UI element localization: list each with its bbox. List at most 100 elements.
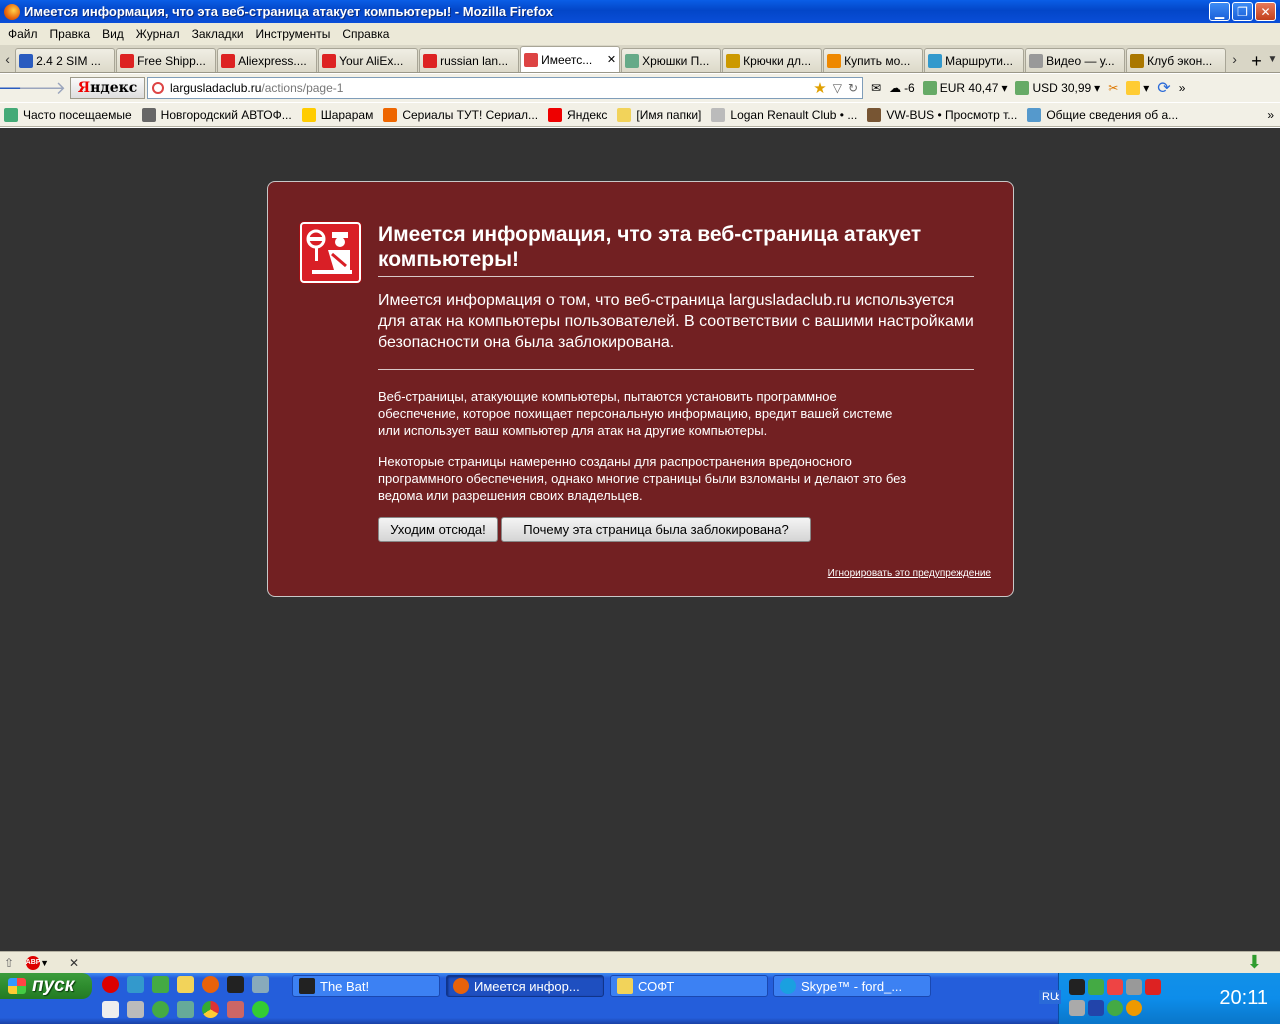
adblock-dropdown-icon[interactable]: ▼ xyxy=(40,958,49,968)
firefox-quick-icon[interactable] xyxy=(202,976,219,993)
tab-label: Хрюшки П... xyxy=(642,53,710,68)
bookmarks-more-icon[interactable]: » xyxy=(1267,108,1280,122)
tab[interactable]: Хрюшки П... xyxy=(621,48,722,72)
tray-app-icon[interactable] xyxy=(1126,1000,1142,1016)
app-icon[interactable] xyxy=(227,1001,244,1018)
bookmark-item[interactable]: Яндекс xyxy=(548,107,607,122)
taskbar-folder[interactable]: СОФТ xyxy=(610,975,768,997)
weather-widget[interactable]: ☁ -6 xyxy=(889,81,915,95)
media-player-icon[interactable] xyxy=(252,1001,269,1018)
bookmark-item[interactable]: Общие сведения об а... xyxy=(1027,107,1178,122)
bookmark-item[interactable]: Часто посещаемые xyxy=(4,107,132,122)
sync-icon[interactable]: ⟳ xyxy=(1157,78,1170,98)
addon-icon[interactable]: ✂ xyxy=(1108,81,1118,95)
tray-utorrent-icon[interactable] xyxy=(1107,1000,1123,1016)
menu-file[interactable]: Файл xyxy=(2,27,44,41)
up-arrow-icon[interactable]: ⇧ xyxy=(4,956,14,970)
tab[interactable]: Крючки дл... xyxy=(722,48,823,72)
site-identity-icon[interactable] xyxy=(152,82,164,94)
notepad-icon[interactable] xyxy=(102,1001,119,1018)
window-titlebar: Имеется информация, что эта веб-страница… xyxy=(0,0,1280,23)
why-blocked-button[interactable]: Почему эта страница была заблокирована? xyxy=(501,517,811,542)
mail-widget[interactable]: ✉ xyxy=(871,81,881,95)
menu-edit[interactable]: Правка xyxy=(44,27,97,41)
tab-label: Your AliEx... xyxy=(339,53,404,68)
download-arrow-icon[interactable]: ⬇ xyxy=(1247,952,1262,973)
tab[interactable]: Имеетс... ✕ xyxy=(520,46,621,72)
addon-yellow-icon[interactable]: ▾ xyxy=(1126,81,1149,95)
taskbar-firefox[interactable]: Имеется инфор... xyxy=(446,975,604,997)
adblock-plus-icon[interactable]: ABP xyxy=(26,955,40,970)
tray-app-icon[interactable] xyxy=(1069,979,1085,995)
bookmark-item[interactable]: Шарарам xyxy=(301,107,373,122)
tab[interactable]: russian lan... xyxy=(419,48,520,72)
chrome-icon[interactable] xyxy=(202,1001,219,1018)
bookmark-favicon-icon xyxy=(867,107,882,122)
minimize-button[interactable]: ▁ xyxy=(1209,2,1230,21)
usd-widget[interactable]: USD 30,99 ▾ xyxy=(1015,81,1100,95)
tray-app-icon[interactable] xyxy=(1107,979,1123,995)
tab-list-icon[interactable]: ▼ xyxy=(1265,46,1280,72)
tab-scroll-left-icon[interactable]: ‹ xyxy=(0,46,15,72)
eur-widget[interactable]: EUR 40,47 ▾ xyxy=(922,81,1007,95)
tab[interactable]: Видео — у... xyxy=(1025,48,1126,72)
tray-antivirus-icon[interactable] xyxy=(1145,979,1161,995)
yandex-button[interactable]: Яндекс xyxy=(70,77,145,99)
tab[interactable]: Free Shipp... xyxy=(116,48,217,72)
menu-overflow-icon[interactable]: » xyxy=(1179,81,1186,95)
close-button[interactable]: ✕ xyxy=(1255,2,1276,21)
menu-bookmarks[interactable]: Закладки xyxy=(186,27,250,41)
tab-scroll-right-icon[interactable]: › xyxy=(1227,46,1242,72)
tray-app-icon[interactable] xyxy=(1069,1000,1085,1016)
opera-icon[interactable] xyxy=(102,976,119,993)
tab[interactable]: Aliexpress.... xyxy=(217,48,318,72)
clock: 20:11 xyxy=(1219,987,1268,1009)
menu-view[interactable]: Вид xyxy=(96,27,130,41)
forward-button[interactable]: 🡒 xyxy=(18,76,66,100)
utorrent-icon[interactable] xyxy=(152,1001,169,1018)
menu-help[interactable]: Справка xyxy=(336,27,395,41)
addon-bar-close-icon[interactable]: ✕ xyxy=(69,956,79,970)
menu-tools[interactable]: Инструменты xyxy=(250,27,337,41)
ignore-warning-link[interactable]: Игнорировать это предупреждение xyxy=(828,568,991,579)
calc-icon[interactable] xyxy=(127,1001,144,1018)
history-dropdown-icon[interactable]: ▽ xyxy=(833,81,842,95)
picasa-icon[interactable] xyxy=(152,976,169,993)
tray-app-icon[interactable] xyxy=(1126,979,1142,995)
bookmark-item[interactable]: Logan Renault Club • ... xyxy=(711,107,857,122)
tab-close-icon[interactable]: ✕ xyxy=(607,53,616,66)
taskbar-skype[interactable]: Skype™ - ford_... xyxy=(773,975,931,997)
bookmark-item[interactable]: Новгородский АВТОФ... xyxy=(141,107,292,122)
app-quick-icon[interactable] xyxy=(252,976,269,993)
tray-keyboard-icon[interactable] xyxy=(1088,1000,1104,1016)
thebat-quick-icon[interactable] xyxy=(227,976,244,993)
taskbar-thebat[interactable]: The Bat! xyxy=(292,975,440,997)
menu-history[interactable]: Журнал xyxy=(130,27,186,41)
windows-taskbar: пуск The Bat! Имеется инфор... СОФТ Skyp… xyxy=(0,973,1280,1024)
tab[interactable]: Клуб экон... xyxy=(1126,48,1227,72)
get-me-out-button[interactable]: Уходим отсюда! xyxy=(378,517,498,542)
tray-expand-icon[interactable]: ‹ xyxy=(1055,988,1060,1004)
folder-icon[interactable] xyxy=(177,976,194,993)
start-button[interactable]: пуск xyxy=(0,973,92,999)
bookmark-star-icon[interactable]: ★ xyxy=(813,79,826,97)
new-tab-button[interactable]: + xyxy=(1248,51,1265,72)
tab[interactable]: Маршрути... xyxy=(924,48,1025,72)
tab[interactable]: Купить мо... xyxy=(823,48,924,72)
app-icon[interactable] xyxy=(177,1001,194,1018)
start-label: пуск xyxy=(32,975,75,996)
tray-ovi-icon[interactable] xyxy=(1088,979,1104,995)
maximize-button[interactable]: ❐ xyxy=(1232,2,1253,21)
task-label: Имеется инфор... xyxy=(474,978,580,994)
ie-icon[interactable] xyxy=(127,976,144,993)
bookmark-item[interactable]: Сериалы ТУТ! Сериал... xyxy=(383,107,538,122)
bookmark-item[interactable]: VW-BUS • Просмотр т... xyxy=(867,107,1017,122)
bookmarks-toolbar: Часто посещаемые Новгородский АВТОФ... Шар… xyxy=(0,103,1280,127)
tab[interactable]: 2.4 2 SIM ... xyxy=(15,48,116,72)
bookmark-item[interactable]: [Имя папки] xyxy=(617,107,701,122)
url-bar[interactable]: largusladaclub.ru /actions/page-1 ★ ▽ ↻ xyxy=(147,77,863,99)
reload-icon[interactable]: ↻ xyxy=(848,81,858,95)
tab-favicon-icon xyxy=(827,53,842,68)
tab-label: Free Shipp... xyxy=(137,53,206,68)
tab[interactable]: Your AliEx... xyxy=(318,48,419,72)
